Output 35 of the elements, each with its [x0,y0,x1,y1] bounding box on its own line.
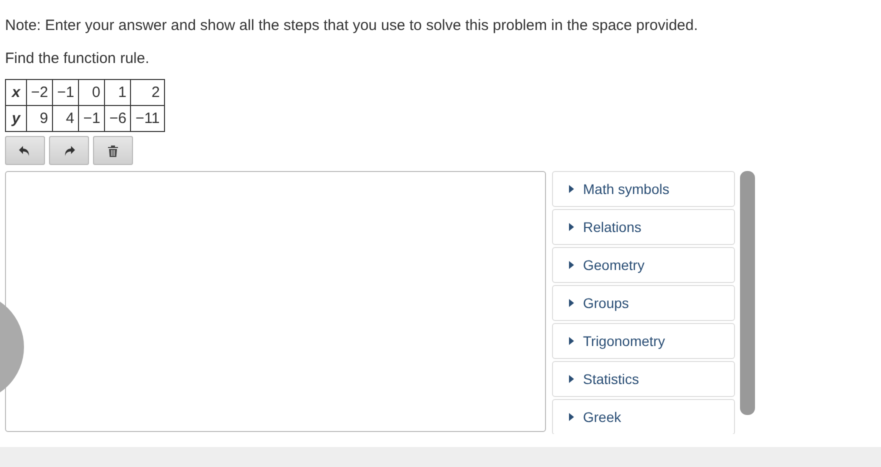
table-cell: y [6,106,26,132]
table-cell: 4 [52,106,79,132]
question-text: Find the function rule. [5,50,150,67]
palette-category[interactable]: Geometry [552,247,735,283]
instruction-text: Note: Enter your answer and show all the steps that you use to solve this problem in the space provided. [5,17,699,34]
caret-icon [569,375,574,383]
table-cell: −1 [78,106,105,132]
table-cell: −1 [52,80,79,106]
palette-category[interactable]: Greek [552,399,735,434]
table-cell: −2 [26,80,53,106]
palette-category[interactable]: Relations [552,209,735,245]
table-cell: 2 [130,80,164,106]
undo-button[interactable] [5,136,45,165]
trash-icon [106,144,120,158]
palette-category[interactable]: Statistics [552,361,735,397]
redo-icon [62,144,76,158]
caret-icon [569,261,574,269]
table-cell: 9 [26,106,53,132]
table-cell: 0 [78,80,105,106]
table-cell: −6 [104,106,131,132]
caret-icon [569,299,574,307]
palette-category[interactable]: Trigonometry [552,323,735,359]
caret-icon [569,413,574,421]
table-cell: 1 [104,80,131,106]
table-cell: −11 [130,106,164,132]
palette-category[interactable]: Groups [552,285,735,321]
caret-icon [569,223,574,231]
undo-icon [18,144,32,158]
caret-icon [569,337,574,345]
caret-icon [569,185,574,193]
redo-button[interactable] [49,136,89,165]
delete-button[interactable] [93,136,133,165]
scrollbar[interactable] [740,171,755,415]
table-cell: x [6,80,26,106]
palette-category[interactable]: Math symbols [552,171,735,207]
